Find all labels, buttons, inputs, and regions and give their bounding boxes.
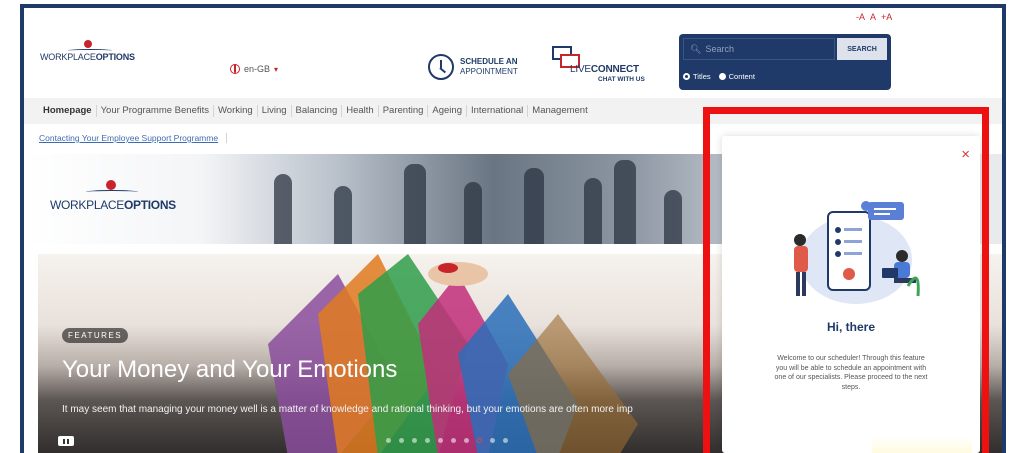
carousel-dot[interactable]	[477, 438, 482, 443]
schedule-appointment-link[interactable]: SCHEDULE AN APPOINTMENT	[428, 54, 518, 80]
banner-logo: WORKPLACEOPTIONS	[50, 178, 180, 218]
carousel-dot[interactable]	[386, 438, 391, 443]
carousel-dot[interactable]	[425, 438, 430, 443]
hero-description: It may seem that managing your money wel…	[62, 404, 633, 415]
chat-with-us-label: CHAT WITH US	[598, 76, 645, 83]
font-increase-button[interactable]: +A	[881, 12, 892, 22]
chevron-down-icon: ▾	[274, 64, 279, 74]
nav-item-living[interactable]: Living	[258, 105, 292, 117]
highlight-box	[703, 107, 989, 453]
banner-logo-suffix: OPTIONS	[123, 198, 176, 212]
search-panel: 🔍︎ SEARCH Titles Content	[679, 34, 891, 90]
schedule-line1: SCHEDULE AN	[460, 57, 518, 66]
nav-item-homepage[interactable]: Homepage	[39, 105, 97, 117]
nav-item-health[interactable]: Health	[342, 105, 379, 117]
nav-item-balancing[interactable]: Balancing	[292, 105, 343, 117]
titles-label: Titles	[693, 72, 711, 81]
schedule-line2: APPOINTMENT	[460, 67, 518, 76]
font-size-controls: -A A +A	[856, 12, 892, 22]
nav-item-programme-benefits[interactable]: Your Programme Benefits	[97, 105, 215, 117]
carousel-dot[interactable]	[412, 438, 417, 443]
search-icon: 🔍︎	[690, 43, 702, 54]
font-default-button[interactable]: A	[870, 12, 876, 22]
nav-item-ageing[interactable]: Ageing	[428, 105, 467, 117]
carousel-dot[interactable]	[503, 438, 508, 443]
search-input[interactable]	[705, 44, 826, 54]
search-option-titles[interactable]: Titles	[683, 72, 711, 81]
pause-button[interactable]	[58, 436, 74, 446]
site-header: WORKPLACEOPTIONS en-GB ▾ SCHEDULE AN APP…	[24, 8, 1002, 96]
features-tag: FEATURES	[62, 328, 129, 343]
carousel-dot[interactable]	[399, 438, 404, 443]
radio-unselected-icon	[718, 73, 726, 80]
logo-text-prefix: WORKPLACE	[40, 52, 96, 62]
nav-item-working[interactable]: Working	[214, 105, 258, 117]
nav-item-parenting[interactable]: Parenting	[379, 105, 429, 117]
contacting-support-link[interactable]: Contacting Your Employee Support Program…	[39, 133, 228, 143]
language-label: en-GB	[244, 64, 271, 74]
carousel-dots	[386, 438, 508, 443]
search-option-content[interactable]: Content	[718, 72, 755, 81]
carousel-dot[interactable]	[464, 438, 469, 443]
hero-title[interactable]: Your Money and Your Emotions	[62, 356, 397, 384]
radio-selected-icon	[683, 73, 690, 80]
connect-text: CONNECT	[590, 64, 639, 75]
content-label: Content	[728, 72, 755, 81]
logo-text-suffix: OPTIONS	[95, 52, 135, 62]
nav-item-management[interactable]: Management	[528, 105, 591, 117]
globe-icon	[230, 64, 240, 74]
nav-item-international[interactable]: International	[467, 105, 529, 117]
clock-icon	[428, 54, 454, 80]
font-decrease-button[interactable]: -A	[856, 12, 865, 22]
banner-logo-prefix: WORKPLACE	[50, 198, 124, 212]
carousel-dot[interactable]	[451, 438, 456, 443]
carousel-dot[interactable]	[438, 438, 443, 443]
search-field: 🔍︎	[683, 38, 835, 60]
live-connect-link[interactable]: LIVECONNECT CHAT WITH US	[548, 46, 648, 88]
logo-dot	[84, 40, 92, 48]
workplace-options-logo[interactable]: WORKPLACEOPTIONS	[40, 32, 150, 72]
carousel-dot[interactable]	[490, 438, 495, 443]
live-text: LIVE	[570, 64, 591, 75]
search-button[interactable]: SEARCH	[837, 38, 887, 60]
language-selector[interactable]: en-GB ▾	[230, 64, 278, 74]
